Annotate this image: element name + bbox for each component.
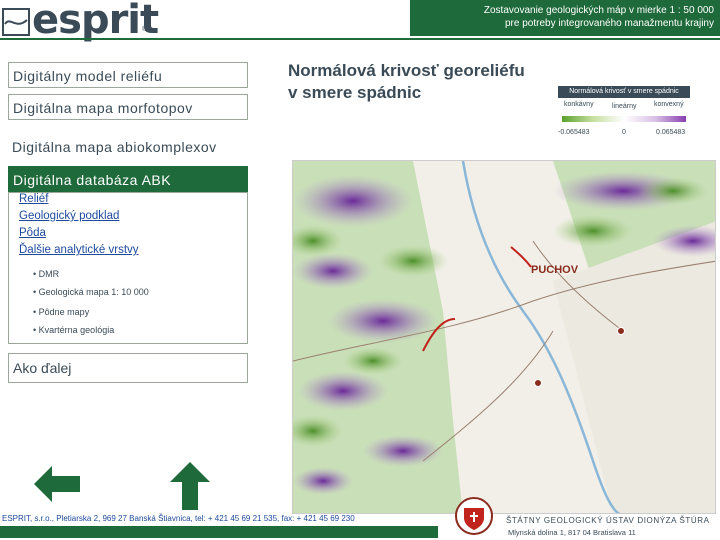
legend-concave: konkávny: [564, 101, 594, 108]
logo-text: esprit: [32, 0, 159, 43]
sgudš-emblem-icon: [455, 497, 493, 535]
logo-registered-mark: ®: [142, 26, 148, 33]
legend-convex: konvexný: [654, 101, 684, 108]
map-title: Normálová krivosť georeliéfu v smere spá…: [288, 61, 525, 102]
sidebar-item-label: Digitálny model reliéfu: [13, 68, 163, 84]
legend-min: -0.065483: [558, 129, 590, 136]
header-title: Zostavovanie geologických máp v mierke 1…: [394, 4, 714, 30]
legend-max: 0.065483: [656, 129, 686, 136]
footer: ESPRIT, s.r.o., Pletiarska 2, 969 27 Ban…: [0, 496, 720, 540]
legend-linear: lineárny: [612, 103, 637, 110]
sidebar-item-morphotopes[interactable]: Digitálna mapa morfotopov: [8, 94, 248, 120]
map-canvas: PUCHOV: [293, 161, 715, 513]
sidebar-item-label: Digitálna databáza ABK: [13, 172, 172, 188]
map-legend: Normálová krivosť v smere spádnic konkáv…: [558, 86, 690, 144]
bullet-dmr: DMR: [33, 269, 60, 279]
legend-gradient: [562, 116, 686, 122]
legend-mid: 0: [622, 129, 626, 136]
submenu-panel: Reliéf Geologický podklad Pôda Ďalšie an…: [8, 192, 248, 344]
curvature-map[interactable]: PUCHOV: [292, 160, 716, 514]
link-other-layers[interactable]: Ďalšie analytické vrstvy: [19, 244, 139, 256]
bullet-soil-maps: Pôdne mapy: [33, 307, 90, 317]
sidebar-item-abk-database[interactable]: Digitálna databáza ABK: [8, 166, 248, 192]
sidebar-item-label: Digitálna mapa morfotopov: [13, 100, 193, 116]
legend-title: Normálová krivosť v smere spádnic: [558, 86, 690, 98]
sidebar-item-label: Digitálna mapa abiokomplexov: [12, 139, 217, 155]
bullet-geological-map: Geologická mapa 1: 10 000: [33, 287, 149, 297]
sidebar-item-abiocomplexes[interactable]: Digitálna mapa abiokomplexov: [8, 134, 248, 160]
link-geology[interactable]: Geologický podklad: [19, 210, 119, 222]
next-steps-label: Ako ďalej: [13, 360, 72, 376]
map-label-puchov: PUCHOV: [531, 264, 579, 276]
link-soil[interactable]: Pôda: [19, 227, 46, 239]
bullet-quaternary: Kvartérna geológia: [33, 325, 115, 335]
link-relief[interactable]: Reliéf: [19, 193, 48, 205]
footer-bar: [0, 526, 438, 538]
header-title-line2: pre potreby integrovaného manažmentu kra…: [504, 18, 714, 29]
esprit-logo[interactable]: esprit ®: [2, 0, 159, 43]
header-title-line1: Zostavovanie geologických máp v mierke 1…: [483, 5, 714, 16]
footer-contact: ESPRIT, s.r.o., Pletiarska 2, 969 27 Ban…: [2, 514, 355, 523]
sidebar-item-relief[interactable]: Digitálny model reliéfu: [8, 62, 248, 88]
sidebar: Digitálny model reliéfu Digitálna mapa m…: [2, 54, 252, 384]
esprit-logo-icon: [2, 8, 30, 36]
footer-org-address: Mlynská dolina 1, 817 04 Bratislava 11: [508, 528, 636, 537]
footer-org-name: ŠTÁTNY GEOLOGICKÝ ÚSTAV DIONÝZA ŠTÚRA: [506, 516, 710, 525]
header-divider: [0, 38, 720, 40]
next-steps-button[interactable]: Ako ďalej: [8, 353, 248, 383]
